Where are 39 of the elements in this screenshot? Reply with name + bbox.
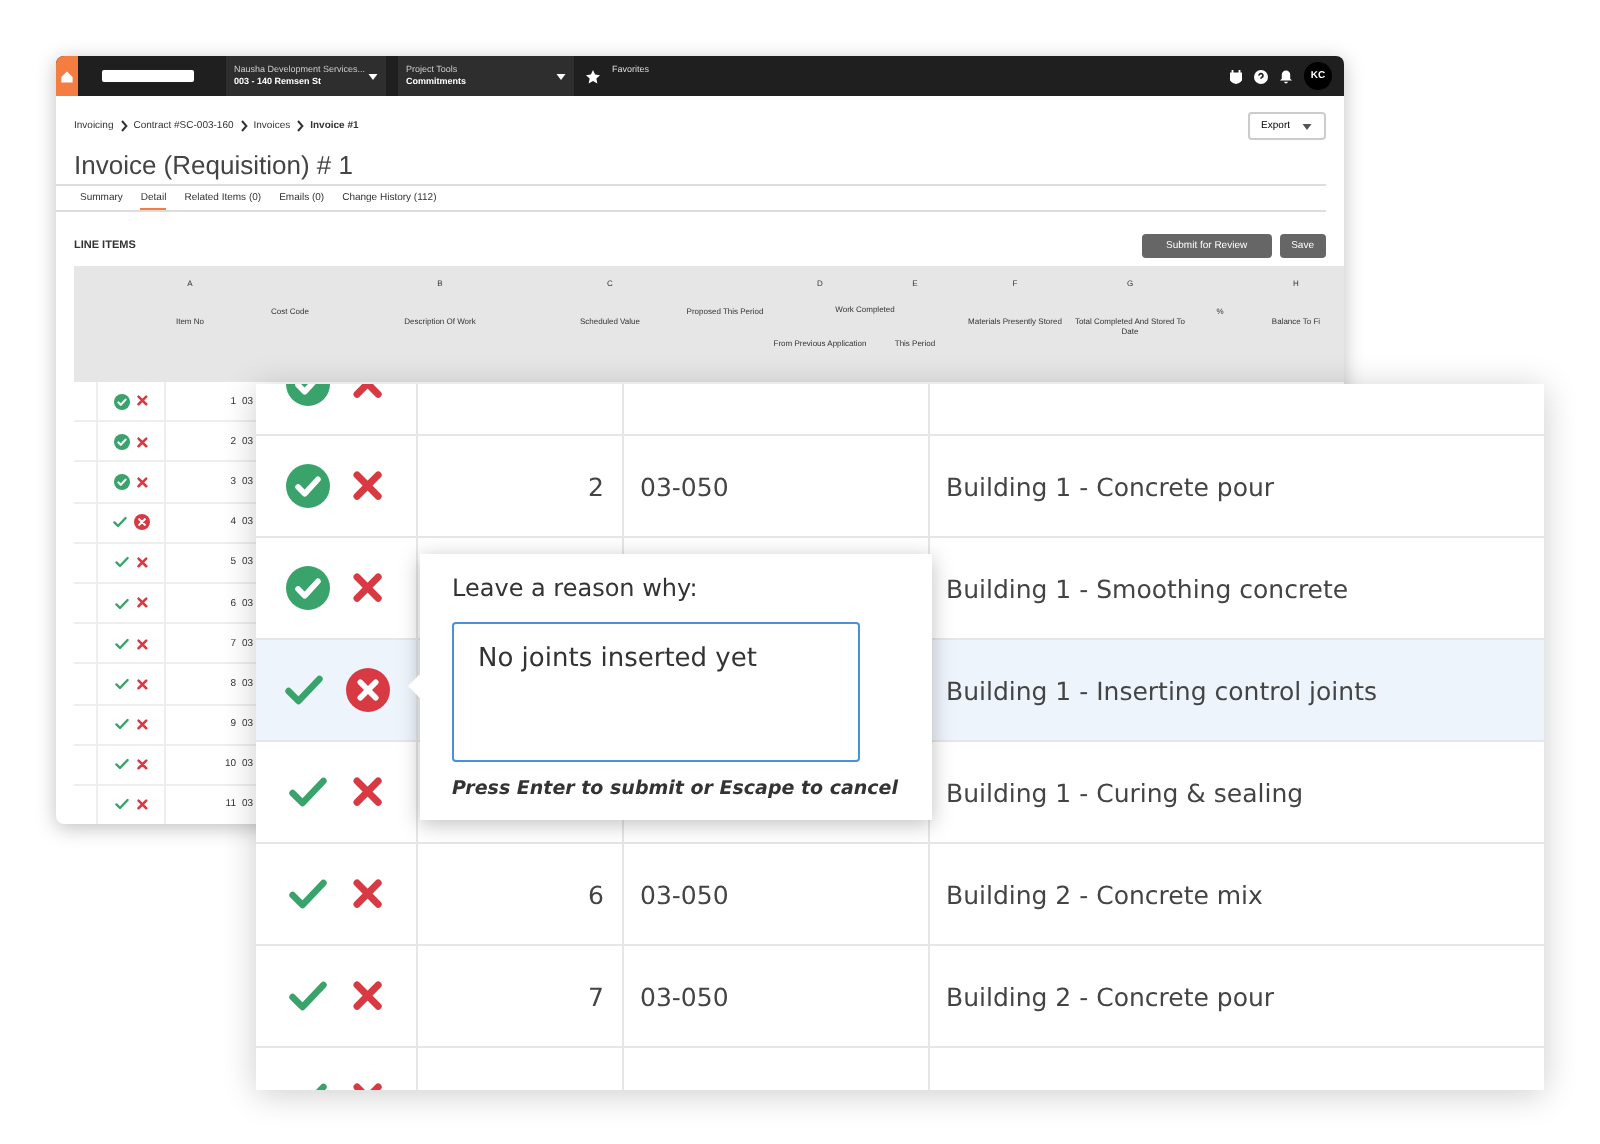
description: Building 1 - Concrete pour xyxy=(946,471,1275,501)
chevron-right-icon xyxy=(296,120,305,132)
description: Building 1 - Smoothing concrete xyxy=(946,573,1349,603)
cost-code: 03-050 xyxy=(640,981,729,1011)
check-circle-icon[interactable] xyxy=(113,433,130,450)
line-item-row[interactable]: 7 03-050 Building 2 - Concrete pour xyxy=(256,946,1544,1048)
cost-code: 03-050 xyxy=(640,471,729,501)
check-circle-icon[interactable] xyxy=(286,464,331,508)
popover-title: Leave a reason why: xyxy=(452,574,700,602)
x-circle-icon[interactable] xyxy=(346,668,390,712)
item-number: 2 xyxy=(588,471,604,501)
plug-icon[interactable] xyxy=(1230,69,1242,83)
check-circle-icon[interactable] xyxy=(113,473,130,490)
page-title: Invoice (Requisition) # 1 xyxy=(56,140,1326,186)
cost-code: 03-050 xyxy=(640,879,729,909)
item-number: 6 xyxy=(588,879,604,909)
description: Building 1 - Curing & sealing xyxy=(946,777,1304,807)
caret-icon xyxy=(1302,123,1312,129)
caret-icon xyxy=(556,73,566,79)
home-button[interactable] xyxy=(56,56,78,96)
caret-icon xyxy=(368,73,378,79)
hint-text: Press Enter to submit or Escape to cancel xyxy=(452,778,900,800)
description: Building 2 - Concrete pour xyxy=(946,981,1275,1011)
item-number: 7 xyxy=(588,981,604,1011)
help-icon[interactable] xyxy=(1254,69,1268,83)
star-icon[interactable] xyxy=(586,69,600,83)
check-circle-icon[interactable] xyxy=(113,393,130,410)
check-circle-icon[interactable] xyxy=(286,566,331,610)
x-circle-icon[interactable] xyxy=(134,514,150,531)
description: Building 2 - Concrete mix xyxy=(946,879,1263,909)
chevron-right-icon xyxy=(119,120,128,132)
chevron-right-icon xyxy=(239,120,248,132)
home-icon xyxy=(60,69,74,83)
reason-field[interactable]: No joints inserted yet xyxy=(452,622,860,762)
bell-icon[interactable] xyxy=(1280,69,1292,83)
line-item-row[interactable]: 6 03-050 Building 2 - Concrete mix xyxy=(256,844,1544,946)
description: Building 1 - Inserting control joints xyxy=(946,675,1377,705)
line-item-row[interactable]: 2 03-050 Building 1 - Concrete pour xyxy=(256,436,1544,538)
logo-drawing xyxy=(102,68,194,84)
